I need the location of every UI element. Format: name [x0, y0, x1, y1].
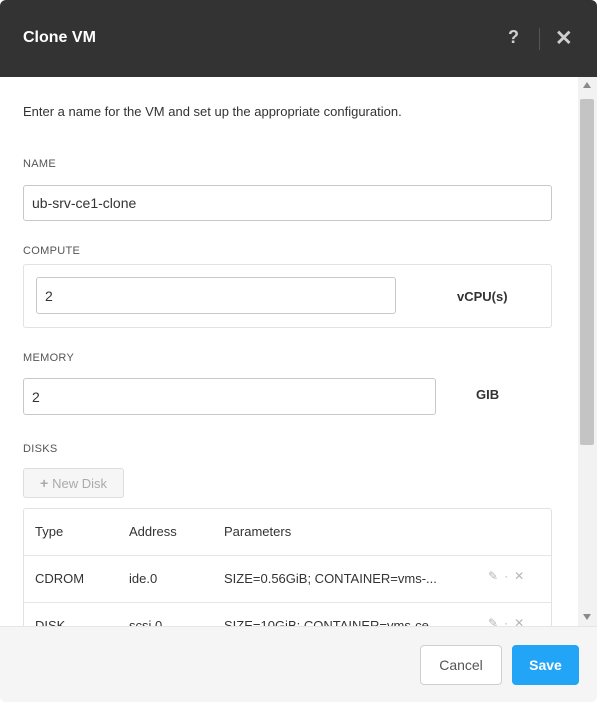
- scroll-up-arrow-icon[interactable]: [583, 82, 591, 88]
- scroll-thumb[interactable]: [580, 99, 594, 445]
- disk-address: ide.0: [129, 571, 158, 586]
- disk-address: scsi.0: [129, 618, 163, 626]
- column-header-type: Type: [35, 524, 64, 539]
- compute-label: COMPUTE: [23, 245, 81, 257]
- table-row: DISK scsi.0 SIZE=10GiB; CONTAINER=vms-ce…: [24, 602, 551, 626]
- row-actions: ✎ · ✕: [488, 569, 524, 583]
- memory-unit-label: GIB: [476, 387, 500, 402]
- disks-label: DISKS: [23, 443, 58, 455]
- close-icon[interactable]: ✕: [555, 26, 573, 51]
- intro-text: Enter a name for the VM and set up the a…: [23, 104, 402, 119]
- dialog-title: Clone VM: [23, 29, 96, 46]
- vcpu-input[interactable]: [36, 277, 396, 314]
- table-row: CDROM ide.0 SIZE=0.56GiB; CONTAINER=vms-…: [24, 555, 551, 602]
- question-icon[interactable]: ?: [508, 27, 519, 48]
- disk-parameters: SIZE=10GiB; CONTAINER=vms-ce...: [224, 618, 440, 626]
- cancel-button[interactable]: Cancel: [420, 645, 502, 685]
- compute-box: vCPU(s): [23, 264, 552, 328]
- clone-vm-dialog: Clone VM ? ✕ Enter a name for the VM and…: [0, 0, 597, 702]
- disk-type: CDROM: [35, 571, 85, 586]
- vertical-scrollbar[interactable]: [578, 77, 597, 626]
- pencil-icon[interactable]: ✎: [488, 569, 498, 583]
- pencil-icon[interactable]: ✎: [488, 616, 498, 626]
- new-disk-button[interactable]: + New Disk: [23, 468, 124, 498]
- disk-parameters: SIZE=0.56GiB; CONTAINER=vms-...: [224, 571, 437, 586]
- disk-type: DISK: [35, 618, 66, 626]
- new-disk-label: New Disk: [52, 475, 108, 491]
- vcpu-unit-label: vCPU(s): [457, 289, 508, 304]
- row-actions: ✎ · ✕: [488, 616, 524, 626]
- dialog-body: Enter a name for the VM and set up the a…: [0, 77, 578, 626]
- dialog-header: Clone VM ? ✕: [0, 0, 597, 77]
- memory-label: MEMORY: [23, 352, 75, 364]
- separator: ·: [504, 569, 509, 583]
- column-header-address: Address: [129, 524, 177, 539]
- column-header-parameters: Parameters: [224, 524, 292, 539]
- name-label: NAME: [23, 158, 56, 170]
- delete-icon[interactable]: ✕: [514, 569, 524, 583]
- delete-icon[interactable]: ✕: [514, 616, 524, 626]
- dialog-footer: Cancel Save: [0, 626, 597, 702]
- memory-input[interactable]: [23, 378, 436, 415]
- save-button[interactable]: Save: [512, 645, 579, 685]
- disks-table: Type Address Parameters CDROM ide.0 SIZE…: [23, 508, 552, 626]
- scroll-down-arrow-icon[interactable]: [583, 614, 591, 620]
- header-divider: [539, 28, 540, 50]
- name-input[interactable]: [23, 185, 552, 221]
- separator: ·: [504, 616, 509, 626]
- plus-icon: +: [39, 475, 49, 491]
